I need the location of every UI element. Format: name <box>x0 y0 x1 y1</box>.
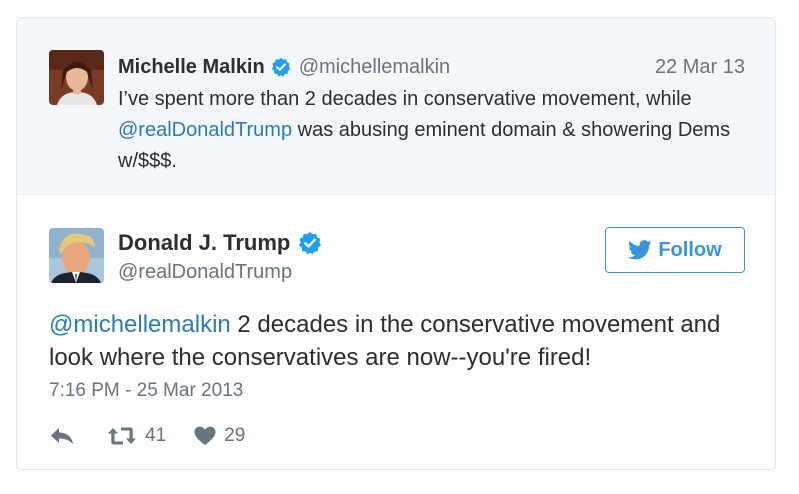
quoted-author-name[interactable]: Michelle Malkin <box>118 56 265 79</box>
quoted-mention-link[interactable]: @realDonaldTrump <box>118 119 292 141</box>
retweet-count: 41 <box>145 425 167 446</box>
quoted-tweet[interactable]: Michelle Malkin @michellemalkin 22 Mar 1… <box>17 18 775 196</box>
quoted-header: Michelle Malkin @michellemalkin 22 Mar 1… <box>118 55 745 79</box>
tweet-text: @michellemalkin 2 decades in the conserv… <box>49 308 749 374</box>
quoted-author-handle[interactable]: @michellemalkin <box>299 56 450 79</box>
retweet-button[interactable]: 41 <box>107 425 166 447</box>
twitter-bird-icon <box>628 240 652 260</box>
verified-badge-icon <box>271 57 291 77</box>
tweet-author-name-row: Donald J. Trump <box>118 230 322 256</box>
tweet-mention-link[interactable]: @michellemalkin <box>49 311 231 338</box>
tweet-author-handle[interactable]: @realDonaldTrump <box>118 261 292 284</box>
heart-icon <box>194 426 216 446</box>
quoted-date[interactable]: 22 Mar 13 <box>655 56 745 79</box>
follow-label: Follow <box>658 238 722 261</box>
verified-badge-icon <box>298 231 322 255</box>
like-count: 29 <box>224 425 246 446</box>
quoted-text: I’ve spent more than 2 decades in conser… <box>118 84 758 177</box>
tweet-actions: 41 29 <box>49 422 245 450</box>
quoted-text-part1: I’ve spent more than 2 decades in conser… <box>118 88 692 110</box>
like-button[interactable]: 29 <box>194 425 245 447</box>
reply-button[interactable] <box>49 426 75 446</box>
tweet-embed-card: Michelle Malkin @michellemalkin 22 Mar 1… <box>16 17 776 470</box>
tweet-author-name[interactable]: Donald J. Trump <box>118 230 290 256</box>
follow-button[interactable]: Follow <box>605 227 745 273</box>
tweet-timestamp[interactable]: 7:16 PM - 25 Mar 2013 <box>49 380 243 402</box>
retweet-icon <box>107 425 137 447</box>
quoted-author-avatar[interactable] <box>49 50 104 105</box>
reply-icon <box>49 426 75 446</box>
tweet-author-avatar[interactable] <box>49 228 104 283</box>
